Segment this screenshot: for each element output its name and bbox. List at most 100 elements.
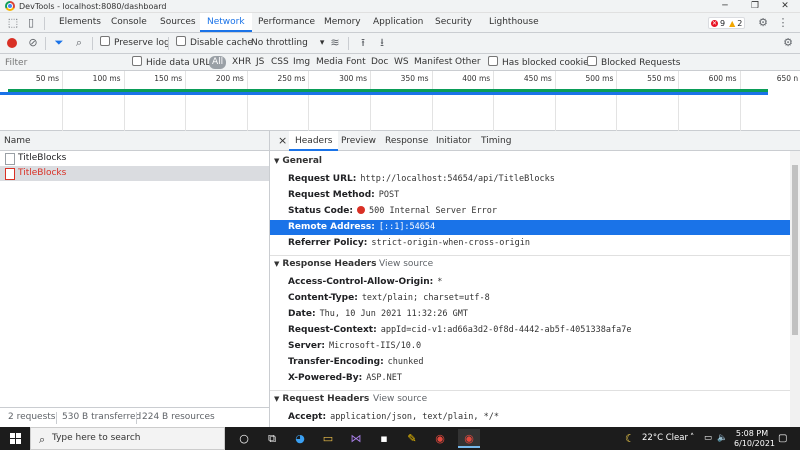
network-tray-icon[interactable]: ▭ bbox=[704, 427, 712, 450]
sticky-app-icon[interactable]: ✎ bbox=[401, 429, 423, 448]
file-explorer-icon[interactable]: ▭ bbox=[317, 429, 339, 448]
chrome-active-icon[interactable]: ◉ bbox=[458, 429, 480, 448]
tab-memory[interactable]: Memory bbox=[317, 13, 368, 32]
accept-header-row: Accept: application/json, text/plain, */* bbox=[288, 412, 499, 422]
tab-console[interactable]: Console bbox=[104, 13, 154, 32]
error-icon: ✕ bbox=[711, 19, 718, 27]
network-settings-gear-icon[interactable]: ⚙ bbox=[781, 36, 795, 50]
export-har-icon[interactable]: ⭳ bbox=[375, 36, 389, 50]
general-section-header[interactable]: ▼ General bbox=[274, 156, 322, 166]
has-blocked-cookies-checkbox[interactable]: Has blocked cookies bbox=[488, 56, 593, 69]
tab-response[interactable]: Response bbox=[379, 131, 434, 151]
timeline-tick-label: 350 ms bbox=[400, 74, 429, 83]
edge-browser-icon[interactable]: ◕ bbox=[289, 429, 311, 448]
response-header-row: Access-Control-Allow-Origin: * bbox=[288, 277, 443, 287]
device-toolbar-icon[interactable]: ▯ bbox=[24, 16, 38, 30]
chrome-icon[interactable]: ◉ bbox=[429, 429, 451, 448]
filter-icon[interactable]: ⏷ bbox=[52, 36, 66, 50]
task-view-icon[interactable]: ⧉ bbox=[261, 429, 283, 448]
timeline-tick-label: 200 ms bbox=[215, 74, 244, 83]
network-conditions-icon[interactable]: ≋ bbox=[328, 36, 342, 50]
details-scrollbar[interactable] bbox=[790, 151, 800, 427]
visual-studio-icon[interactable]: ⋈ bbox=[345, 429, 367, 448]
minimize-button[interactable]: ─ bbox=[710, 0, 740, 13]
type-filter-css[interactable]: CSS bbox=[271, 56, 289, 69]
import-har-icon[interactable]: ⭱ bbox=[356, 36, 370, 50]
timeline-gridline bbox=[554, 71, 556, 131]
close-window-button[interactable]: ✕ bbox=[770, 0, 800, 13]
hide-data-urls-checkbox[interactable]: Hide data URLs bbox=[132, 56, 215, 69]
tab-initiator[interactable]: Initiator bbox=[430, 131, 477, 151]
record-icon[interactable] bbox=[7, 38, 17, 48]
filter-input[interactable] bbox=[2, 56, 120, 69]
search-icon[interactable]: ⌕ bbox=[72, 36, 86, 50]
tab-headers[interactable]: Headers bbox=[289, 131, 339, 151]
timeline-gridline bbox=[246, 71, 248, 131]
timeline-gridline bbox=[62, 71, 63, 131]
tray-chevron-icon[interactable]: ˄ bbox=[690, 427, 694, 450]
type-filter-js[interactable]: JS bbox=[256, 56, 264, 69]
timeline-tick-label: 600 ms bbox=[708, 74, 737, 83]
volume-icon[interactable]: 🔈 bbox=[717, 427, 728, 450]
windows-start-icon[interactable] bbox=[10, 433, 21, 444]
request-row-selected[interactable]: TitleBlocks bbox=[0, 166, 269, 181]
response-header-row: X-Powered-By: ASP.NET bbox=[288, 373, 403, 383]
tab-sources[interactable]: Sources bbox=[153, 13, 203, 32]
request-row[interactable]: TitleBlocks bbox=[0, 151, 269, 166]
tab-timing[interactable]: Timing bbox=[475, 131, 517, 151]
network-status-bar: 2 requests 530 B transferred 224 B resou… bbox=[0, 407, 270, 427]
type-filter-img[interactable]: Img bbox=[293, 56, 310, 69]
timeline-tick-label: 450 ms bbox=[523, 74, 552, 83]
type-filter-media[interactable]: Media bbox=[316, 56, 343, 69]
timeline-gridline bbox=[493, 71, 495, 131]
settings-gear-icon[interactable]: ⚙ bbox=[756, 16, 770, 30]
type-filter-all[interactable]: All bbox=[209, 56, 227, 69]
tab-security[interactable]: Security bbox=[428, 13, 479, 32]
chrome-logo-icon bbox=[5, 1, 15, 11]
type-filter-manifest[interactable]: Manifest bbox=[414, 56, 452, 69]
resources-size: 224 B resources bbox=[142, 412, 215, 422]
cortana-icon[interactable]: ○ bbox=[233, 429, 255, 448]
referrer-policy-row: Referrer Policy: strict-origin-when-cross… bbox=[288, 238, 530, 248]
response-view-source-link[interactable]: View source bbox=[379, 259, 433, 269]
terminal-icon[interactable]: ▪ bbox=[373, 429, 395, 448]
tab-network[interactable]: Network bbox=[200, 13, 252, 32]
remote-address-row[interactable]: Remote Address: [::1]:54654 bbox=[270, 220, 790, 235]
tab-preview[interactable]: Preview bbox=[335, 131, 382, 151]
timeline-tick-label: 150 ms bbox=[154, 74, 183, 83]
notifications-icon[interactable]: ▢ bbox=[778, 427, 787, 450]
maximize-button[interactable]: ❐ bbox=[740, 0, 770, 13]
timeline-gridline bbox=[431, 71, 433, 131]
throttling-select[interactable]: No throttling ▾ bbox=[251, 36, 324, 51]
timeline-overview[interactable]: 50 ms 100 ms 150 ms 200 ms 250 ms 300 ms 350 m… bbox=[0, 71, 800, 131]
tab-lighthouse[interactable]: Lighthouse bbox=[482, 13, 546, 32]
windows-taskbar: ⌕ Type here to search ○ ⧉ ◕ ▭ ⋈ ▪ ✎ ◉ ◉ … bbox=[0, 427, 800, 450]
clear-icon[interactable]: ⊘ bbox=[26, 36, 40, 50]
request-headers-section-header[interactable]: ▼ Request Headers bbox=[274, 394, 369, 404]
error-status-dot-icon bbox=[357, 206, 365, 214]
type-filter-other[interactable]: Other bbox=[455, 56, 481, 69]
tab-application[interactable]: Application bbox=[366, 13, 430, 32]
timeline-tick-label: 50 ms bbox=[35, 74, 59, 83]
name-column-header[interactable]: Name bbox=[0, 131, 269, 151]
taskbar-search-box[interactable]: ⌕ Type here to search bbox=[30, 427, 225, 450]
type-filter-ws[interactable]: WS bbox=[394, 56, 409, 69]
taskbar-clock[interactable]: 5:08 PM 6/10/2021 bbox=[734, 429, 775, 449]
disable-cache-checkbox[interactable]: Disable cache bbox=[176, 36, 253, 51]
blocked-requests-checkbox[interactable]: Blocked Requests bbox=[587, 56, 680, 69]
timeline-gridline bbox=[185, 71, 187, 131]
preserve-log-checkbox[interactable]: Preserve log bbox=[100, 36, 170, 51]
status-code-row: Status Code: 500 Internal Server Error bbox=[288, 206, 497, 216]
more-options-icon[interactable]: ⋮ bbox=[776, 16, 790, 30]
weather-text[interactable]: 22°C Clear bbox=[642, 427, 688, 450]
request-view-source-link[interactable]: View source bbox=[373, 394, 427, 404]
response-headers-section-header[interactable]: ▼ Response Headers bbox=[274, 259, 376, 269]
window-title: DevTools - localhost:8080/dashboard bbox=[19, 1, 167, 11]
issues-counter[interactable]: ✕ 9 ▲ 2 bbox=[708, 17, 746, 29]
tab-elements[interactable]: Elements bbox=[52, 13, 108, 32]
type-filter-xhr[interactable]: XHR bbox=[232, 56, 251, 69]
type-filter-font[interactable]: Font bbox=[346, 56, 366, 69]
inspect-element-icon[interactable]: ⬚ bbox=[6, 16, 20, 30]
tab-performance[interactable]: Performance bbox=[251, 13, 322, 32]
type-filter-doc[interactable]: Doc bbox=[371, 56, 388, 69]
